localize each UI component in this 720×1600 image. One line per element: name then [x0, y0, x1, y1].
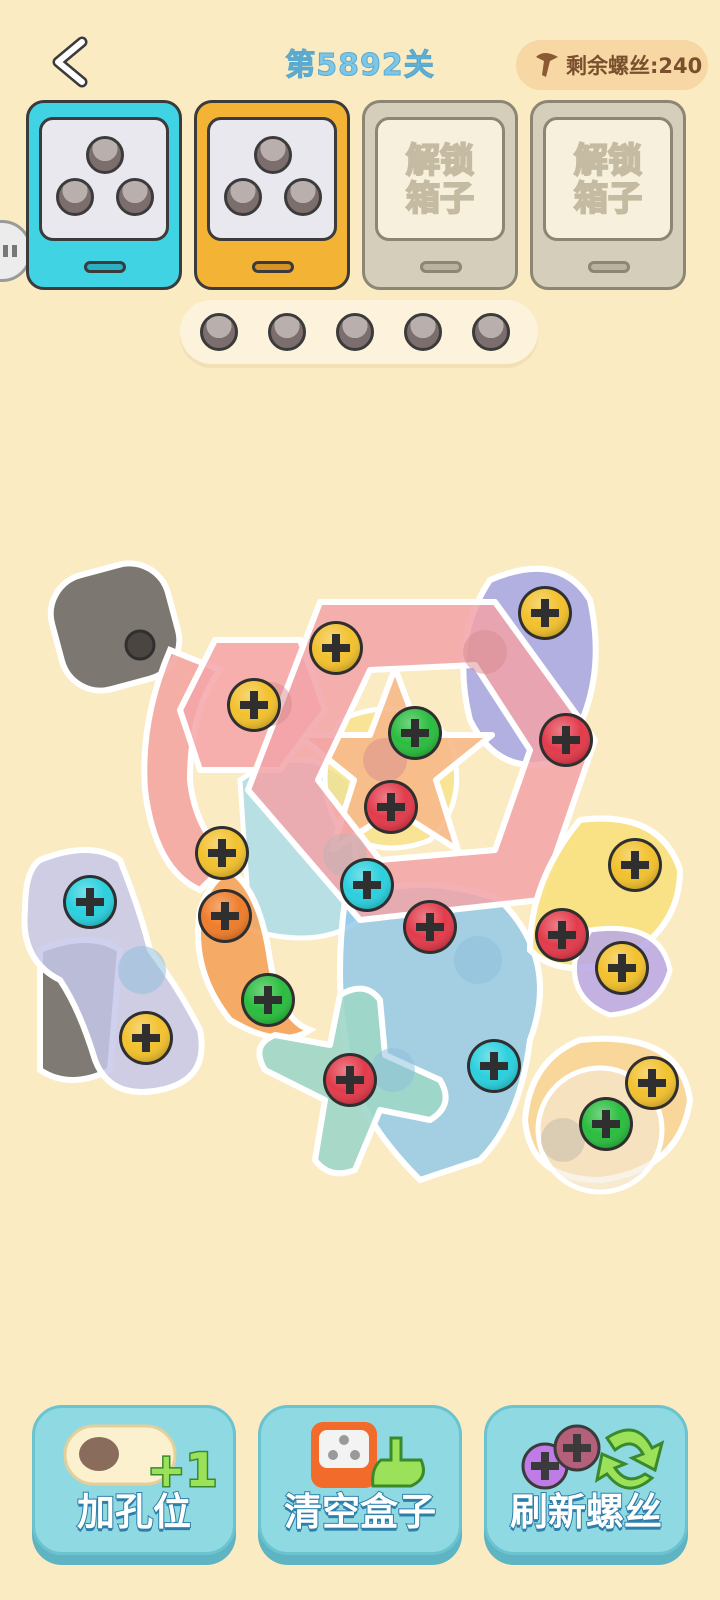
- add-hole-button[interactable]: +1 加孔位: [32, 1405, 236, 1555]
- spare-hole: [268, 313, 306, 351]
- screw-yellow[interactable]: [195, 826, 249, 880]
- spare-hole: [336, 313, 374, 351]
- screw-green[interactable]: [241, 973, 295, 1027]
- add-hole-label: 加孔位: [76, 1489, 192, 1535]
- top-bar: 第5892关 剩余螺丝:240: [0, 0, 720, 100]
- chevron-left-icon: [52, 36, 88, 88]
- screw-box-cyan: [26, 100, 182, 290]
- screw-yellow[interactable]: [595, 941, 649, 995]
- locked-box-2[interactable]: 解锁 箱子: [530, 100, 686, 290]
- screw-yellow[interactable]: [227, 678, 281, 732]
- screws-remaining-text: 剩余螺丝:240: [566, 54, 703, 78]
- screw-yellow[interactable]: [608, 838, 662, 892]
- screw-green[interactable]: [579, 1097, 633, 1151]
- clear-box-label: 清空盒子: [283, 1489, 437, 1535]
- screw-red[interactable]: [323, 1053, 377, 1107]
- box-hole: [116, 178, 154, 216]
- screw-orange[interactable]: [198, 889, 252, 943]
- unlock-box-label: 解锁 箱子: [573, 141, 643, 219]
- screw-yellow[interactable]: [119, 1011, 173, 1065]
- screw-red[interactable]: [539, 713, 593, 767]
- spare-hole-tray: [180, 300, 538, 364]
- puzzle-board: [21, 560, 694, 1195]
- screw-red[interactable]: [535, 908, 589, 962]
- screw-yellow[interactable]: [625, 1056, 679, 1110]
- screw-red[interactable]: [403, 900, 457, 954]
- screw-cyan[interactable]: [340, 858, 394, 912]
- screw-cyan[interactable]: [63, 875, 117, 929]
- spare-hole: [404, 313, 442, 351]
- screw-box-gold: [194, 100, 350, 290]
- box-hole: [224, 178, 262, 216]
- screw-yellow[interactable]: [309, 621, 363, 675]
- screw-red[interactable]: [364, 780, 418, 834]
- spare-hole: [472, 313, 510, 351]
- box-row: 解锁 箱子 解锁 箱子: [0, 100, 720, 294]
- unlock-box-label: 解锁 箱子: [405, 141, 475, 219]
- locked-box-1[interactable]: 解锁 箱子: [362, 100, 518, 290]
- screw-green[interactable]: [388, 706, 442, 760]
- screw-cyan[interactable]: [467, 1039, 521, 1093]
- screw-icon: [536, 53, 558, 77]
- box-hole: [56, 178, 94, 216]
- refresh-screws-label: 刷新螺丝: [509, 1489, 663, 1535]
- screw-yellow[interactable]: [518, 586, 572, 640]
- box-hole: [254, 136, 292, 174]
- spare-hole: [200, 313, 238, 351]
- box-hole: [86, 136, 124, 174]
- box-hole: [284, 178, 322, 216]
- clear-box-button[interactable]: 清空盒子: [258, 1405, 462, 1555]
- screws-remaining-counter: 剩余螺丝:240: [516, 40, 708, 90]
- back-button[interactable]: [44, 34, 100, 90]
- refresh-screws-button[interactable]: 刷新螺丝: [484, 1405, 688, 1555]
- level-title: 第5892关: [285, 48, 435, 84]
